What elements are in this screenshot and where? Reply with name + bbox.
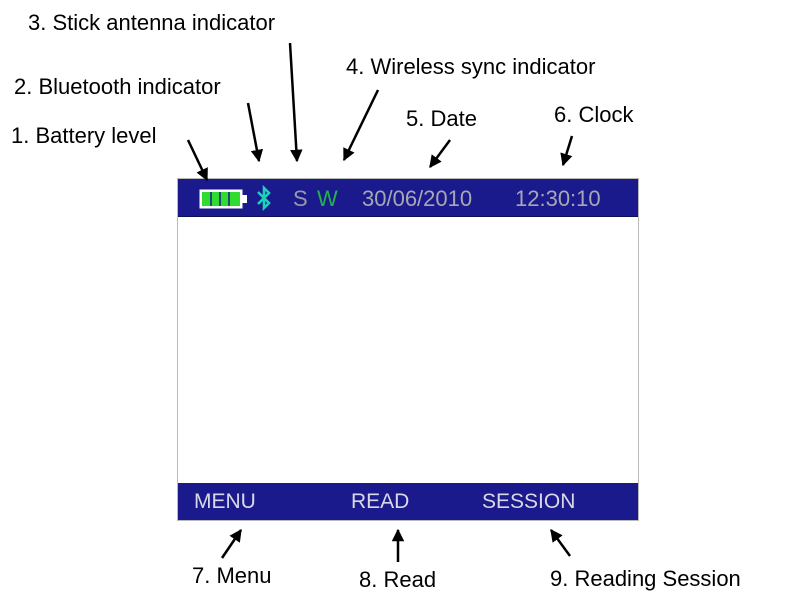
wireless-sync-indicator: W (317, 186, 338, 211)
label-bluetooth: 2. Bluetooth indicator (14, 74, 221, 99)
label-reading-session: 9. Reading Session (550, 566, 741, 591)
arrow-wireless (342, 89, 380, 162)
arrow-bluetooth (246, 102, 264, 163)
content-area (178, 217, 638, 485)
label-read: 8. Read (359, 567, 437, 592)
arrow-date (428, 139, 452, 169)
battery-icon (199, 189, 247, 209)
label-stick-antenna: 3. Stick antenna indicator (28, 10, 276, 35)
label-wireless-sync: 4. Wireless sync indicator (346, 54, 596, 79)
menu-softkey[interactable]: MENU (194, 491, 256, 512)
arrow-menu (220, 528, 243, 559)
label-battery: 1. Battery level (11, 123, 157, 148)
bluetooth-icon (257, 185, 271, 211)
date-display: 30/06/2010 (362, 186, 473, 211)
session-softkey[interactable]: SESSION (482, 491, 575, 512)
status-bar: S W 30/06/2010 12:30:10 (178, 179, 638, 217)
arrow-battery (186, 139, 209, 182)
clock-display: 12:30:10 (515, 186, 601, 211)
label-date: 5. Date (406, 106, 477, 131)
softkey-bar: MENU READ SESSION (178, 483, 638, 520)
stick-antenna-indicator: S (293, 186, 308, 211)
device-screen: S W 30/06/2010 12:30:10 MENU READ SESSIO… (177, 178, 639, 521)
arrow-clock (560, 135, 574, 167)
label-clock: 6. Clock (554, 102, 634, 127)
arrow-session (549, 528, 572, 557)
label-menu: 7. Menu (192, 563, 272, 588)
read-softkey[interactable]: READ (351, 491, 409, 512)
arrow-stick (288, 42, 303, 163)
